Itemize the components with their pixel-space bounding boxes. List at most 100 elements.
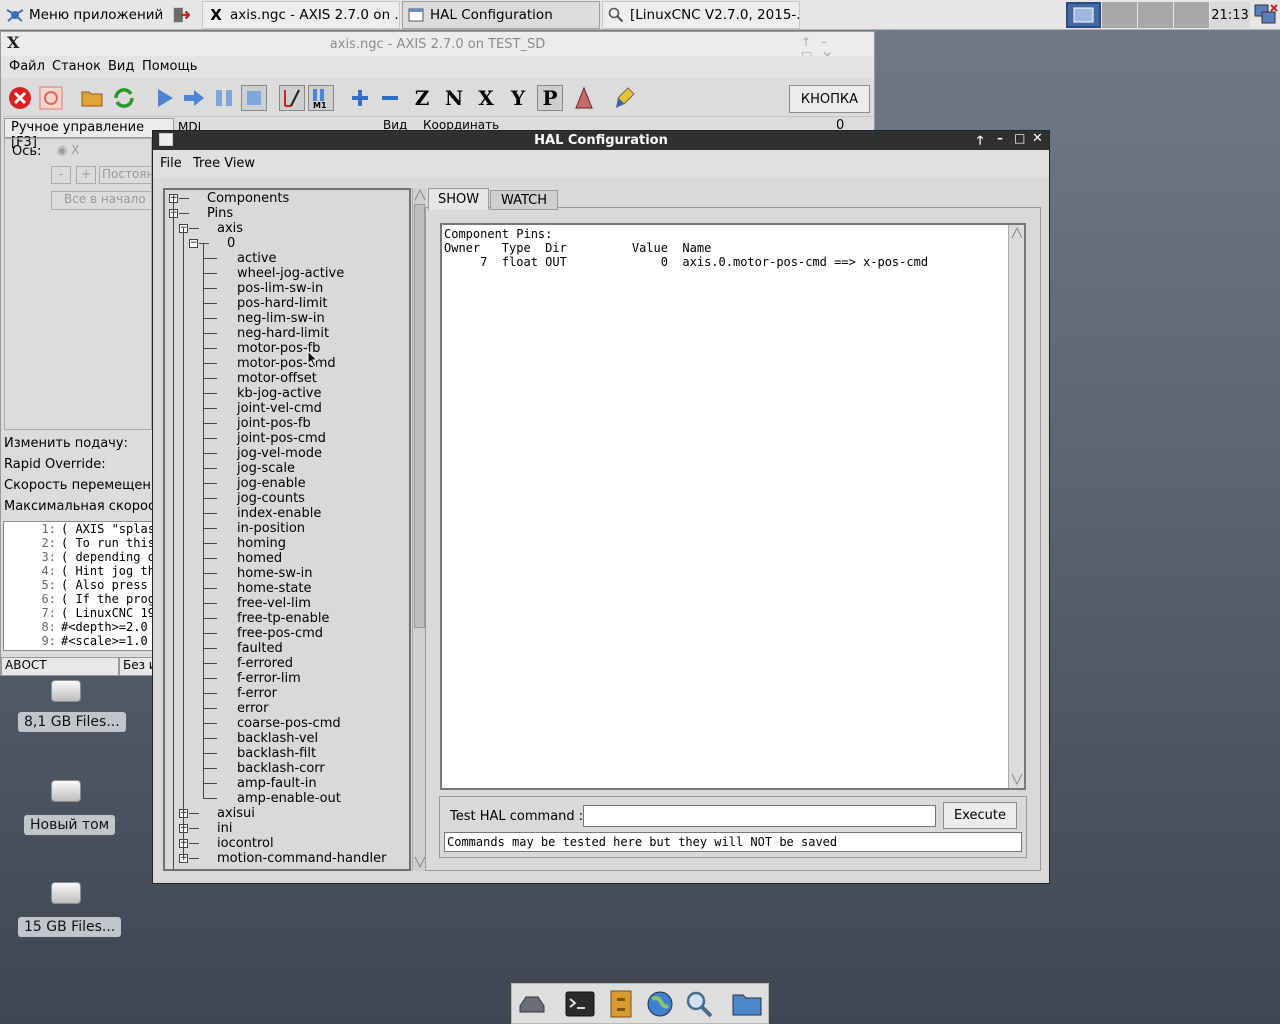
tree-leaf-pin[interactable]: backlash-corr: [237, 761, 325, 776]
file-cabinet-icon[interactable]: [606, 989, 636, 1019]
show-desktop-icon[interactable]: [517, 989, 547, 1019]
workspace-1[interactable]: [1066, 2, 1101, 28]
output-scrollbar[interactable]: [1008, 225, 1024, 788]
tree-leaf-pin[interactable]: index-enable: [237, 506, 321, 521]
tree-leaf-pin[interactable]: neg-hard-limit: [237, 326, 329, 341]
tree-leaf-pin[interactable]: joint-vel-cmd: [237, 401, 322, 416]
tree-leaf-pin[interactable]: wheel-jog-active: [237, 266, 344, 281]
view-z-icon[interactable]: Z: [409, 85, 435, 111]
workspace-4[interactable]: [1174, 2, 1209, 28]
rotate-view-icon[interactable]: [571, 85, 597, 111]
tree-leaf-pin[interactable]: free-tp-enable: [237, 611, 329, 626]
tree-leaf-pin[interactable]: home-sw-in: [237, 566, 313, 581]
tree-leaf-pin[interactable]: jog-scale: [237, 461, 295, 476]
drive-icon[interactable]: [51, 780, 81, 802]
run-icon[interactable]: [152, 85, 178, 111]
block-delete-icon[interactable]: [279, 85, 305, 111]
tree-leaf-pin[interactable]: free-pos-cmd: [237, 626, 323, 641]
logout-button[interactable]: [168, 1, 198, 29]
tree-leaf-pin[interactable]: backlash-vel: [237, 731, 318, 746]
task-linuxcnc[interactable]: [LinuxCNC V2.7.0, 2015-...: [602, 1, 800, 29]
gcode-listing[interactable]: 1:( AXIS "splas 2:( To run this 3:( depe…: [3, 521, 153, 651]
axis-x-radio[interactable]: ◉ X: [57, 143, 80, 157]
menu-machine[interactable]: Станок: [52, 59, 101, 74]
tab-watch[interactable]: WATCH: [490, 190, 558, 210]
tree-leaf-pin[interactable]: pos-lim-sw-in: [237, 281, 323, 296]
scroll-down-icon[interactable]: [1011, 773, 1023, 785]
execute-button[interactable]: Execute: [943, 802, 1017, 829]
maximize-icon[interactable]: □: [1014, 131, 1025, 145]
tree-leaf-pin[interactable]: active: [237, 251, 277, 266]
jog-plus-button[interactable]: +: [76, 166, 96, 184]
tree-leaf-pin[interactable]: in-position: [237, 521, 305, 536]
workspace-3[interactable]: [1138, 2, 1173, 28]
tree-leaf-pin[interactable]: coarse-pos-cmd: [237, 716, 341, 731]
tree-leaf-pin[interactable]: joint-pos-fb: [237, 416, 311, 431]
tree-leaf-pin[interactable]: f-error-lim: [237, 671, 301, 686]
tree-leaf-pin[interactable]: free-vel-lim: [237, 596, 311, 611]
app-menu-button[interactable]: Меню приложений: [2, 1, 166, 29]
tree-scroll-thumb[interactable]: [414, 204, 425, 628]
drive-icon[interactable]: [51, 882, 81, 904]
hal-menu-treeview[interactable]: Tree View: [193, 156, 255, 171]
view-y-icon[interactable]: Y: [505, 85, 531, 111]
tree-node-components[interactable]: Components: [207, 191, 289, 206]
scroll-up-icon[interactable]: [414, 189, 426, 201]
view-z2-icon[interactable]: N: [441, 85, 467, 111]
tree-leaf-pin[interactable]: homing: [237, 536, 286, 551]
folder-icon[interactable]: [732, 989, 762, 1019]
menu-file[interactable]: Файл: [9, 59, 45, 74]
tree-node-iocontrol[interactable]: iocontrol: [217, 836, 274, 851]
workspace-2[interactable]: [1102, 2, 1137, 28]
network-tray-icon[interactable]: [1253, 3, 1278, 27]
drive-label-1[interactable]: 8,1 GB Files...: [18, 712, 126, 732]
collapse-icon[interactable]: −: [189, 239, 198, 248]
drive-icon[interactable]: [51, 680, 81, 702]
task-hal[interactable]: HAL Configuration: [402, 1, 600, 29]
tree-node-pins[interactable]: Pins: [207, 206, 233, 221]
tree-leaf-pin[interactable]: neg-lim-sw-in: [237, 311, 325, 326]
scroll-up-icon[interactable]: [1011, 227, 1023, 239]
hal-tree[interactable]: +Components−Pins−axis−0activewheel-jog-a…: [163, 188, 411, 871]
tab-manual[interactable]: Ручное управление [F3]: [4, 118, 174, 150]
power-icon[interactable]: [38, 85, 64, 111]
tree-leaf-pin[interactable]: kb-jog-active: [237, 386, 322, 401]
optional-stop-icon[interactable]: M1: [308, 85, 334, 111]
terminal-icon[interactable]: [565, 989, 595, 1019]
tree-leaf-pin[interactable]: faulted: [237, 641, 283, 656]
tree-leaf-pin[interactable]: jog-enable: [237, 476, 306, 491]
tree-node-ini[interactable]: ini: [217, 821, 232, 836]
tree-node-motion-command-handler[interactable]: motion-command-handler: [217, 851, 386, 866]
tree-scrollbar[interactable]: [412, 188, 426, 871]
zoom-out-icon[interactable]: [377, 85, 403, 111]
hal-titlebar[interactable]: HAL Configuration 🡑 – □ ✕: [153, 131, 1049, 150]
tree-leaf-pin[interactable]: joint-pos-cmd: [237, 431, 326, 446]
hal-menu-file[interactable]: File: [160, 156, 182, 171]
knopka-button[interactable]: КНОПКА: [789, 85, 870, 113]
tree-leaf-pin[interactable]: f-errored: [237, 656, 293, 671]
tree-leaf-pin[interactable]: jog-vel-mode: [237, 446, 322, 461]
view-x-icon[interactable]: X: [473, 85, 499, 111]
search-icon[interactable]: [684, 989, 714, 1019]
open-folder-icon[interactable]: [79, 85, 105, 111]
clear-plot-icon[interactable]: [613, 85, 639, 111]
pause-icon[interactable]: [211, 85, 237, 111]
clock[interactable]: 21:13: [1210, 2, 1250, 28]
tree-leaf-pin[interactable]: amp-enable-out: [237, 791, 341, 806]
tree-leaf-pin[interactable]: homed: [237, 551, 282, 566]
test-command-input[interactable]: [583, 805, 936, 827]
tree-node-axis[interactable]: axis: [217, 221, 243, 236]
window-menu-icon[interactable]: [159, 133, 173, 146]
web-browser-icon[interactable]: [645, 989, 675, 1019]
drive-label-2[interactable]: Новый том: [24, 815, 116, 835]
tree-leaf-pin[interactable]: f-error: [237, 686, 277, 701]
tree-leaf-pin[interactable]: motor-pos-cmd: [237, 356, 336, 371]
tree-node-axisui[interactable]: axisui: [217, 806, 255, 821]
view-p-icon[interactable]: P: [537, 85, 563, 111]
task-axis[interactable]: X axis.ngc - AXIS 2.7.0 on ...: [202, 1, 400, 29]
jog-mode-select[interactable]: Постоян: [99, 166, 153, 184]
minimize-icon[interactable]: –: [997, 131, 1003, 145]
tree-leaf-pin[interactable]: jog-counts: [237, 491, 305, 506]
close-icon[interactable]: ✕: [1032, 131, 1043, 146]
tree-leaf-pin[interactable]: error: [237, 701, 268, 716]
